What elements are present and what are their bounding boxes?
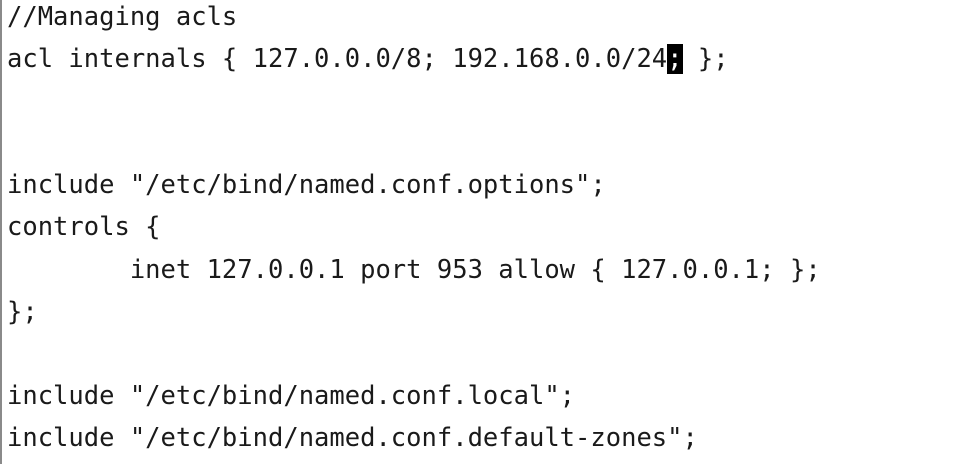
line-5[interactable]: include "/etc/bind/named.conf.options";: [7, 170, 606, 200]
line-6[interactable]: controls {: [7, 212, 161, 242]
line-2[interactable]: acl internals { 127.0.0.0/8; 192.168.0.0…: [7, 44, 729, 74]
line-7[interactable]: inet 127.0.0.1 port 953 allow { 127.0.0.…: [7, 255, 821, 285]
editor-left-border: [0, 0, 2, 464]
text-cursor: ;: [667, 44, 683, 74]
line-8[interactable]: };: [7, 297, 38, 327]
line-2-tail: };: [682, 44, 729, 74]
line-10[interactable]: include "/etc/bind/named.conf.local";: [7, 381, 575, 411]
line-1[interactable]: //Managing acls: [7, 2, 237, 32]
line-2-text: acl internals { 127.0.0.0/8; 192.168.0.0…: [7, 44, 668, 74]
line-11[interactable]: include "/etc/bind/named.conf.default-zo…: [7, 423, 698, 453]
text-editor[interactable]: //Managing acls acl internals { 127.0.0.…: [0, 0, 974, 464]
